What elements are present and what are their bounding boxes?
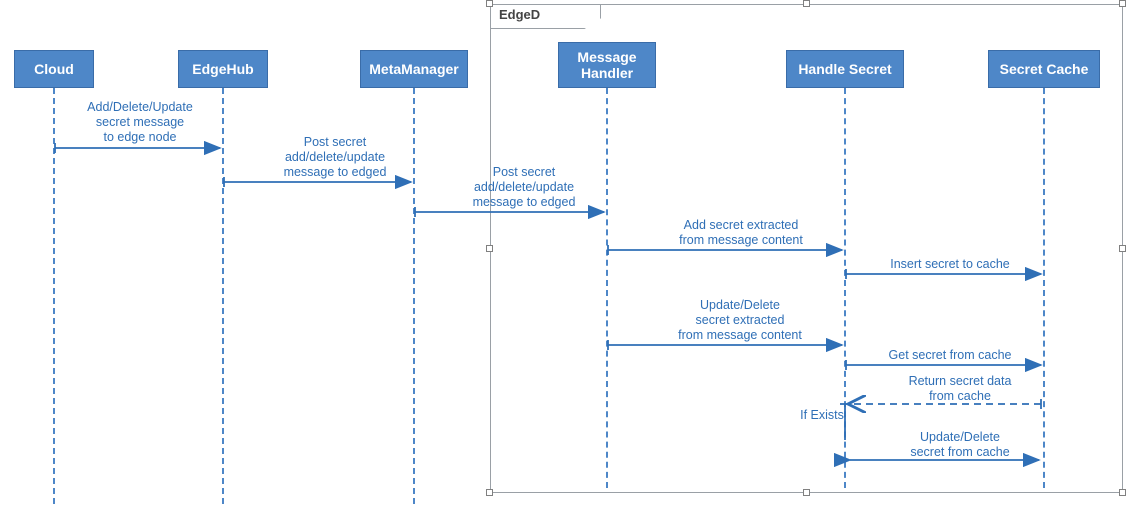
participant-label: EdgeHub [192,61,253,77]
participant-label: Message Handler [577,49,636,81]
lifeline-cloud [53,88,55,504]
participant-cloud[interactable]: Cloud [14,50,94,88]
msg-label-6: Update/Delete secret extracted from mess… [640,298,840,343]
msg-label-8: Return secret data from cache [880,374,1040,404]
lifeline-metamanager [413,88,415,504]
participant-messagehandler[interactable]: Message Handler [558,42,656,88]
selection-handle[interactable] [803,489,810,496]
lifeline-edgehub [222,88,224,504]
participant-handlesecret[interactable]: Handle Secret [786,50,904,88]
diagram-canvas: EdgeD Cloud EdgeHub MetaManager Message … [0,0,1130,508]
selection-handle[interactable] [1119,489,1126,496]
participant-label: Cloud [34,61,74,77]
selection-handle[interactable] [1119,245,1126,252]
selection-handle[interactable] [486,245,493,252]
participant-metamanager[interactable]: MetaManager [360,50,468,88]
participant-label: Handle Secret [798,61,891,77]
msg-label-3: Post secret add/delete/update message to… [444,165,604,210]
lifeline-secretcache [1043,88,1045,488]
msg-label-5: Insert secret to cache [870,257,1030,272]
msg-label-2: Post secret add/delete/update message to… [260,135,410,180]
participant-label: Secret Cache [1000,61,1089,77]
msg-label-7: Get secret from cache [870,348,1030,363]
lifeline-handlesecret [844,88,846,488]
participant-label: MetaManager [369,61,458,77]
selection-handle[interactable] [1119,0,1126,7]
participant-edgehub[interactable]: EdgeHub [178,50,268,88]
frame-label: EdgeD [491,5,601,29]
msg-label-10: Update/Delete secret from cache [880,430,1040,460]
selection-handle[interactable] [803,0,810,7]
msg-label-1: Add/Delete/Update secret message to edge… [60,100,220,145]
selection-handle[interactable] [486,489,493,496]
msg-label-9: If Exists [792,408,852,423]
participant-secretcache[interactable]: Secret Cache [988,50,1100,88]
selection-handle[interactable] [486,0,493,7]
lifeline-messagehandler [606,88,608,488]
frame-label-text: EdgeD [499,7,540,22]
msg-label-4: Add secret extracted from message conten… [646,218,836,248]
